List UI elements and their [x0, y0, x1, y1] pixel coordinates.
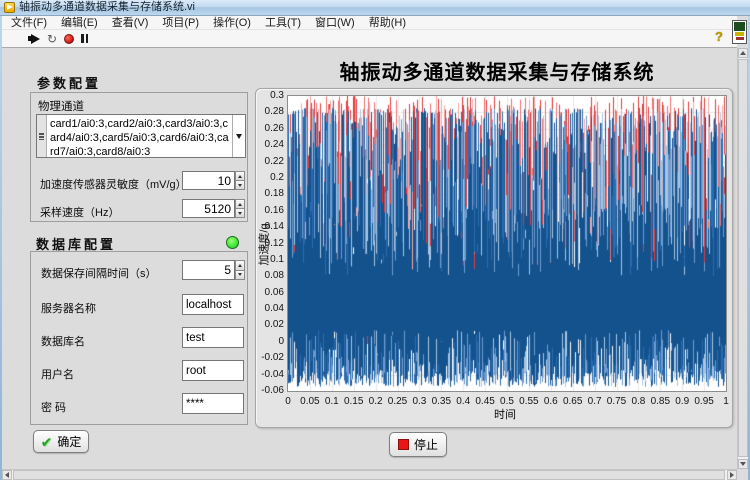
y-tick-label: -0.06	[248, 385, 284, 396]
labview-app-icon	[4, 2, 15, 13]
y-tick-label: 0.3	[248, 90, 284, 101]
vertical-scrollbar[interactable]	[737, 48, 748, 469]
abort-execution-icon[interactable]	[64, 34, 74, 44]
waveform-plot-area	[287, 95, 727, 392]
spinner-down-icon[interactable]	[235, 209, 245, 218]
username-label: 用户名	[41, 366, 74, 382]
spinner-down-icon[interactable]	[235, 271, 245, 281]
page-title: 轴振动多通道数据采集与存储系统	[258, 56, 736, 85]
scroll-down-icon[interactable]	[738, 459, 748, 469]
save-interval-label: 数据保存间隔时间（s）	[41, 265, 157, 281]
physical-channel-value[interactable]: card1/ai0:3,card2/ai0:3,card3/ai0:3,card…	[47, 115, 232, 157]
physical-channel-input[interactable]: card1/ai0:3,card2/ai0:3,card3/ai0:3,card…	[36, 114, 246, 158]
dbname-input[interactable]	[182, 327, 244, 348]
server-input[interactable]	[182, 294, 244, 315]
vi-icon	[732, 20, 747, 44]
y-tick-label: 0.16	[248, 205, 284, 216]
sensitivity-input[interactable]	[182, 171, 235, 190]
spinner-up-icon[interactable]	[235, 260, 245, 271]
sensitivity-label: 加速度传感器灵敏度（mV/g）	[40, 176, 187, 192]
y-tick-label: 0	[248, 336, 284, 347]
chevron-down-icon[interactable]	[232, 115, 245, 157]
y-tick-label: 0.14	[248, 221, 284, 232]
y-tick-label: 0.22	[248, 156, 284, 167]
y-tick-label: 0.02	[248, 319, 284, 330]
window-border-left	[0, 0, 2, 480]
y-tick-label: -0.04	[248, 369, 284, 380]
spinner-up-icon[interactable]	[235, 199, 245, 209]
menu-item-6[interactable]: 窗口(W)	[308, 16, 362, 30]
checkmark-icon: ✔	[41, 435, 53, 449]
y-tick-label: 0.12	[248, 238, 284, 249]
sample-rate-spinner[interactable]	[235, 199, 245, 218]
menu-bar: 文件(F)编辑(E)查看(V)项目(P)操作(O)工具(T)窗口(W)帮助(H)	[2, 16, 737, 30]
password-label: 密 码	[41, 399, 66, 415]
sample-rate-input[interactable]	[182, 199, 235, 218]
y-tick-label: 0.04	[248, 303, 284, 314]
io-selector-icon[interactable]	[37, 115, 47, 157]
waveform-canvas	[288, 96, 726, 391]
menu-item-7[interactable]: 帮助(H)	[362, 16, 413, 30]
y-tick-label: 0.18	[248, 188, 284, 199]
ok-button-label: 确定	[57, 433, 81, 450]
window-title: 轴振动多通道数据采集与存储系统.vi	[19, 0, 195, 15]
dbname-label: 数据库名	[41, 333, 85, 349]
horizontal-scrollbar[interactable]	[2, 469, 737, 480]
y-tick-label: 0.28	[248, 106, 284, 117]
database-status-led	[226, 236, 239, 249]
toolbar: ↻	[2, 30, 737, 48]
title-bar: 轴振动多通道数据采集与存储系统.vi	[0, 0, 750, 16]
server-label: 服务器名称	[41, 300, 96, 316]
vertical-scroll-thumb[interactable]	[738, 59, 748, 457]
save-interval-input[interactable]	[182, 260, 235, 280]
y-tick-label: 0.06	[248, 287, 284, 298]
y-tick-label: 0.24	[248, 139, 284, 150]
y-tick-label: 0.2	[248, 172, 284, 183]
y-tick-label: 0.26	[248, 123, 284, 134]
stop-button[interactable]: 停止	[389, 432, 447, 457]
menu-item-4[interactable]: 操作(O)	[206, 16, 258, 30]
stop-square-icon	[398, 439, 409, 450]
spinner-down-icon[interactable]	[235, 181, 245, 190]
stop-button-label: 停止	[414, 436, 438, 453]
scroll-right-icon[interactable]	[727, 470, 737, 480]
x-axis-label: 时间	[455, 406, 555, 422]
pause-icon[interactable]	[81, 34, 88, 43]
menu-item-0[interactable]: 文件(F)	[4, 16, 54, 30]
spinner-up-icon[interactable]	[235, 171, 245, 181]
horizontal-scroll-thumb[interactable]	[13, 470, 725, 480]
physical-channel-label: 物理通道	[38, 98, 84, 114]
scroll-left-icon[interactable]	[2, 470, 12, 480]
sensitivity-spinner[interactable]	[235, 171, 245, 190]
y-tick-label: 0.1	[248, 254, 284, 265]
menu-item-5[interactable]: 工具(T)	[258, 16, 308, 30]
menu-item-3[interactable]: 项目(P)	[155, 16, 206, 30]
scroll-up-icon[interactable]	[738, 48, 748, 58]
run-arrow-icon[interactable]	[31, 34, 40, 44]
ok-button[interactable]: ✔ 确定	[33, 430, 89, 453]
sample-rate-label: 采样速度（Hz）	[40, 204, 119, 220]
menu-item-2[interactable]: 查看(V)	[105, 16, 156, 30]
username-input[interactable]	[182, 360, 244, 381]
y-tick-label: 0.08	[248, 270, 284, 281]
y-tick-label: -0.02	[248, 352, 284, 363]
password-input[interactable]	[182, 393, 244, 414]
menu-item-1[interactable]: 编辑(E)	[54, 16, 105, 30]
params-heading: 参数配置	[37, 73, 101, 92]
help-icon[interactable]: ?	[715, 29, 723, 44]
save-interval-spinner[interactable]	[235, 260, 245, 280]
run-continuous-icon[interactable]: ↻	[47, 33, 57, 45]
